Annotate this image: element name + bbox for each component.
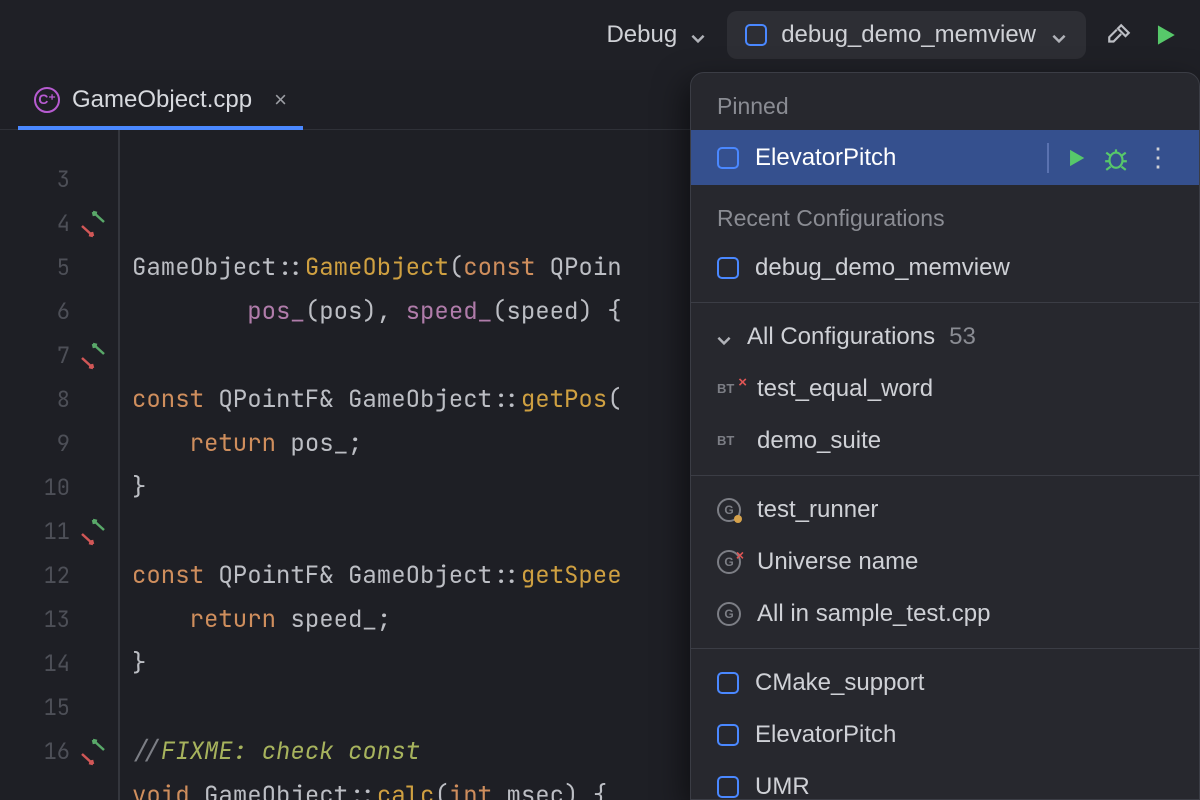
line-number-gutter: 3 4 5 6 7 8 9 10 11 12 13 14 15 16 xyxy=(0,130,70,800)
config-item[interactable]: ElevatorPitch xyxy=(691,709,1199,761)
marker-gutter xyxy=(70,130,120,800)
config-label: ElevatorPitch xyxy=(755,144,896,172)
run-icon[interactable] xyxy=(1065,147,1087,169)
config-item-recent[interactable]: debug_demo_memview xyxy=(691,242,1199,294)
application-icon xyxy=(717,776,739,798)
gtest-icon xyxy=(717,602,741,626)
gtest-icon: × xyxy=(717,550,741,574)
application-icon xyxy=(717,672,739,694)
toolbar: Debug debug_demo_memview xyxy=(0,0,1200,70)
config-item-pinned[interactable]: ElevatorPitch ⋮ xyxy=(691,130,1199,185)
config-item[interactable]: × Universe name xyxy=(691,536,1199,588)
application-icon xyxy=(717,147,739,169)
more-icon[interactable]: ⋮ xyxy=(1145,142,1173,173)
vcs-change-marker-icon xyxy=(80,518,108,546)
vcs-change-marker-icon xyxy=(80,342,108,370)
section-header-pinned: Pinned xyxy=(691,73,1199,130)
config-item[interactable]: demo_suite xyxy=(691,415,1199,467)
config-item[interactable]: test_runner xyxy=(691,484,1199,536)
run-config-dropdown[interactable]: debug_demo_memview xyxy=(727,11,1086,59)
run-config-label: debug_demo_memview xyxy=(781,21,1036,49)
config-label: test_equal_word xyxy=(757,375,933,403)
boost-test-icon: × xyxy=(717,380,741,398)
all-configs-count: 53 xyxy=(949,323,976,351)
vcs-change-marker-icon xyxy=(80,210,108,238)
gtest-icon xyxy=(717,498,741,522)
application-icon xyxy=(717,257,739,279)
build-config-label: Debug xyxy=(606,21,677,49)
config-label: CMake_support xyxy=(755,669,924,697)
config-label: test_runner xyxy=(757,496,878,524)
build-config-dropdown[interactable]: Debug xyxy=(606,21,707,49)
config-item[interactable]: × test_equal_word xyxy=(691,363,1199,415)
run-config-dropdown-panel: Pinned ElevatorPitch ⋮ Recent Configurat… xyxy=(690,72,1200,800)
cpp-file-icon xyxy=(34,87,60,113)
config-label: UMR xyxy=(755,773,810,800)
debug-bug-icon[interactable] xyxy=(1103,145,1129,171)
all-configurations-toggle[interactable]: All Configurations 53 xyxy=(691,311,1199,363)
config-item[interactable]: All in sample_test.cpp xyxy=(691,588,1199,640)
config-label: Universe name xyxy=(757,548,918,576)
run-icon[interactable] xyxy=(1152,22,1178,48)
config-item[interactable]: UMR xyxy=(691,761,1199,800)
editor-tab[interactable]: GameObject.cpp × xyxy=(18,70,303,129)
close-tab-icon[interactable]: × xyxy=(264,87,287,113)
chevron-down-icon xyxy=(1050,26,1068,44)
config-label: ElevatorPitch xyxy=(755,721,896,749)
all-configs-label: All Configurations xyxy=(747,323,935,351)
build-hammer-icon[interactable] xyxy=(1106,22,1132,48)
section-header-recent: Recent Configurations xyxy=(691,185,1199,242)
tab-title: GameObject.cpp xyxy=(72,86,252,114)
vcs-change-marker-icon xyxy=(80,738,108,766)
application-icon xyxy=(717,724,739,746)
chevron-down-icon xyxy=(689,26,707,44)
config-label: demo_suite xyxy=(757,427,881,455)
boost-test-icon xyxy=(717,432,741,450)
config-label: All in sample_test.cpp xyxy=(757,600,990,628)
application-icon xyxy=(745,24,767,46)
chevron-down-icon xyxy=(715,328,733,346)
config-item[interactable]: CMake_support xyxy=(691,657,1199,709)
config-label: debug_demo_memview xyxy=(755,254,1010,282)
